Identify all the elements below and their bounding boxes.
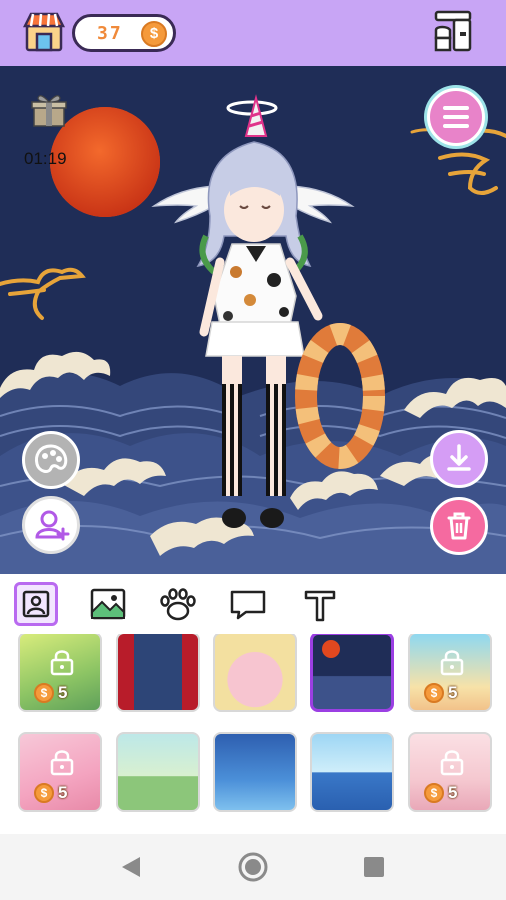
- palette-button[interactable]: [22, 431, 80, 489]
- tab-speech-bubbles[interactable]: [226, 582, 270, 626]
- background-thumb[interactable]: [116, 732, 200, 812]
- price-tag: $5: [424, 782, 457, 804]
- app-screen: 37 $ 01:19 $ 5 $ 5 $ 5 $ 5: [0, 0, 506, 900]
- lock-icon: [440, 650, 464, 676]
- price-value: 5: [58, 683, 68, 702]
- price-value: 5: [448, 783, 458, 802]
- price-value: 5: [448, 683, 458, 702]
- coin-icon: $: [34, 683, 54, 703]
- background-grid: $5 $5 $5 $5: [0, 634, 506, 834]
- palette-icon: [35, 444, 68, 473]
- coin-count: 37: [97, 23, 123, 44]
- wardrobe-icon[interactable]: [430, 8, 478, 56]
- add-character-icon: [35, 510, 70, 541]
- coin-icon: $: [424, 783, 444, 803]
- coin-balance: 37 $: [72, 14, 176, 52]
- background-thumb[interactable]: [116, 634, 200, 712]
- delete-button[interactable]: [430, 497, 488, 555]
- portrait-icon: [22, 590, 50, 618]
- coin-icon: $: [34, 783, 54, 803]
- top-bar: 37 $: [0, 0, 506, 66]
- paw-icon: [160, 588, 196, 621]
- background-thumb[interactable]: [213, 732, 297, 812]
- background-thumb[interactable]: [213, 634, 297, 712]
- menu-button[interactable]: [427, 88, 485, 146]
- background-thumb[interactable]: $5: [18, 634, 102, 712]
- home-icon[interactable]: [238, 852, 268, 882]
- price-tag: $5: [424, 682, 457, 704]
- add-character-button[interactable]: [22, 496, 80, 554]
- download-icon: [447, 444, 471, 471]
- background-thumb[interactable]: $5: [18, 732, 102, 812]
- recents-icon[interactable]: [364, 857, 384, 877]
- gift-icon[interactable]: [30, 92, 68, 128]
- image-icon: [90, 588, 126, 620]
- shop-icon[interactable]: [22, 10, 66, 54]
- speech-bubble-icon: [230, 590, 266, 620]
- download-button[interactable]: [430, 430, 488, 488]
- text-icon: [304, 590, 336, 622]
- background-thumb[interactable]: $5: [408, 634, 492, 712]
- tab-scenery[interactable]: [86, 582, 130, 626]
- lock-icon: [440, 750, 464, 776]
- countdown-timer: 01:19: [24, 149, 67, 168]
- system-nav-bar: [0, 834, 506, 900]
- lock-icon: [50, 650, 74, 676]
- background-thumb[interactable]: [310, 732, 394, 812]
- dressup-scene[interactable]: 01:19: [0, 66, 506, 574]
- tab-background[interactable]: [14, 582, 58, 626]
- background-thumb-selected[interactable]: [310, 634, 394, 712]
- coin-icon: $: [424, 683, 444, 703]
- price-tag: $5: [34, 682, 67, 704]
- coin-icon: $: [141, 21, 167, 47]
- back-icon[interactable]: [122, 857, 140, 877]
- trash-icon: [447, 512, 471, 540]
- menu-icon: [443, 106, 469, 128]
- background-thumb[interactable]: $5: [408, 732, 492, 812]
- sun-icon: [322, 640, 340, 658]
- lock-icon: [50, 750, 74, 776]
- tab-text[interactable]: [298, 582, 342, 626]
- category-tab-bar: [0, 574, 506, 634]
- price-value: 5: [58, 783, 68, 802]
- price-tag: $5: [34, 782, 67, 804]
- tab-pets[interactable]: [156, 582, 200, 626]
